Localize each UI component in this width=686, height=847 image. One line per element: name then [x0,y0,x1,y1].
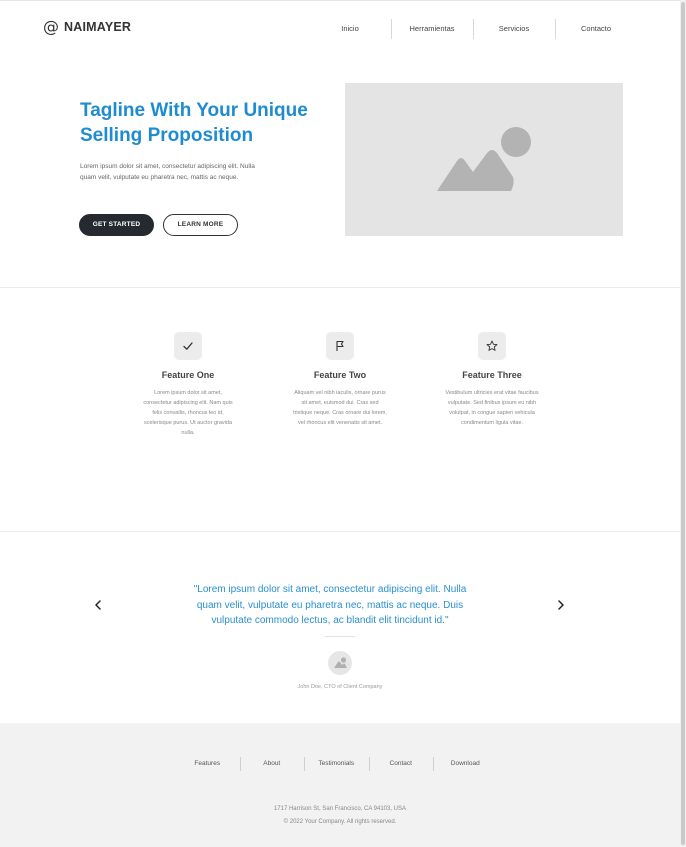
footer-link-download[interactable]: Download [433,757,498,771]
feature-one-text: Lorem ipsum dolor sit amet, consectetur … [143,390,233,436]
scrollbar-thumb[interactable] [681,2,685,845]
testimonial-next-button[interactable] [554,598,568,612]
feature-three-text: Vestibulum ultricies erat vitae faucibus… [445,390,539,426]
nav-item-herramientas[interactable]: Herramientas [391,19,473,39]
section-divider [0,287,680,288]
feature-two-icon-box [326,332,354,360]
star-icon [486,340,498,351]
footer-link-contact[interactable]: Contact [368,757,434,771]
logo-at-icon: @ [43,17,59,36]
footer-link-testimonials[interactable]: Testimonials [304,757,369,771]
feature-one-title: Feature One [161,370,215,380]
vertical-scrollbar[interactable] [680,0,686,847]
hero-title: Tagline With Your Unique Selling Proposi… [80,100,308,146]
footer-copyright: © 2022 Your Company. All rights reserved… [283,819,397,825]
section-divider [0,531,680,532]
feature-one-icon-box [174,332,202,360]
feature-three-icon-box [478,332,506,360]
testimonial-author: John Doe, CTO of Client Company [297,684,383,690]
nav-item-servicios[interactable]: Servicios [473,19,555,39]
nav-item-inicio[interactable]: Inicio [309,19,391,39]
footer-link-features[interactable]: Features [175,757,240,771]
check-icon [183,342,193,350]
feature-three-title: Feature Three [462,370,522,380]
avatar-placeholder-icon [334,657,347,668]
feature-two-text: Aliquam vel nibh iaculis, ornare purus s… [293,390,387,426]
chevron-left-icon [95,600,101,610]
flag-icon [336,340,344,351]
feature-two: Feature Two Aliquam vel nibh iaculis, or… [285,332,395,428]
testimonial-quote: "Lorem ipsum dolor sit amet, consectetur… [193,584,467,626]
brand-name: NAIMAYER [64,20,132,34]
learn-more-button[interactable]: LEARN MORE [163,214,238,236]
footer-address: 1717 Harrison St, San Francisco, CA 9410… [273,806,407,812]
hero-image-placeholder [345,83,623,236]
nav-item-contacto[interactable]: Contacto [555,19,637,39]
chevron-right-icon [558,600,564,610]
quote-divider [325,636,355,637]
logo[interactable]: @ NAIMAYER [43,19,131,35]
feature-two-title: Feature Two [313,370,367,380]
footer-address-block: 1717 Harrison St, San Francisco, CA 9410… [0,803,680,829]
avatar [328,651,352,675]
footer-nav: Features About Testimonials Contact Down… [175,757,498,771]
feature-three: Feature Three Vestibulum ultricies erat … [437,332,547,428]
landing-page: @ NAIMAYER Inicio Herramientas Servicios… [0,0,680,847]
site-footer: Features About Testimonials Contact Down… [0,723,680,847]
feature-one: Feature One Lorem ipsum dolor sit amet, … [133,332,243,438]
main-nav: Inicio Herramientas Servicios Contacto [309,19,637,39]
testimonial-prev-button[interactable] [91,598,105,612]
site-header: @ NAIMAYER Inicio Herramientas Servicios… [0,1,680,57]
image-placeholder-icon [437,127,531,191]
hero-description: Lorem ipsum dolor sit amet, consectetur … [80,163,255,181]
get-started-button[interactable]: GET STARTED [79,214,154,236]
footer-link-about[interactable]: About [239,757,305,771]
